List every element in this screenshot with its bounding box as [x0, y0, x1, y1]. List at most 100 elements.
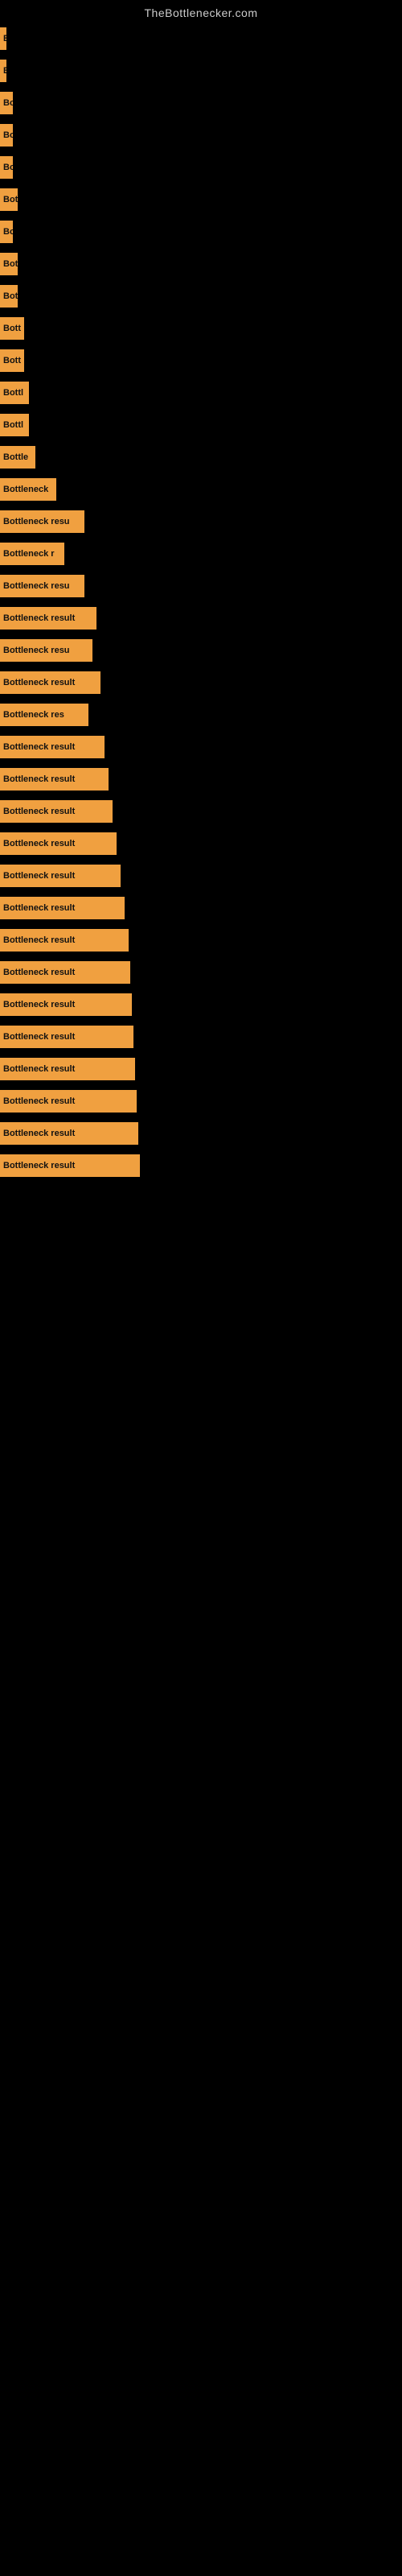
bar-item: Bott [0, 312, 402, 345]
bar-fill: Bottl [0, 382, 29, 404]
bar-item: Bottl [0, 377, 402, 409]
bar-item: Bo [0, 119, 402, 151]
bar-label: Bot [3, 259, 18, 269]
site-title: TheBottlenecker.com [0, 0, 402, 23]
bar-item: Bottleneck result [0, 1021, 402, 1053]
bar-label: Bottleneck result [3, 774, 75, 784]
bar-label: Bo [3, 163, 13, 172]
bar-label: Bo [3, 227, 13, 237]
bar-item: Bo [0, 216, 402, 248]
bar-fill: Bottleneck result [0, 897, 125, 919]
bar-fill: Bottleneck resu [0, 639, 92, 662]
bar-fill: Bottleneck result [0, 1154, 140, 1177]
bar-label: Bottleneck result [3, 839, 75, 848]
bar-fill: Bottleneck resu [0, 575, 84, 597]
bar-item: Bottleneck result [0, 989, 402, 1021]
bar-item: Bottleneck result [0, 763, 402, 795]
bar-fill: Bot [0, 253, 18, 275]
bar-item: Bo [0, 87, 402, 119]
bar-label: Bottleneck result [3, 1129, 75, 1138]
bar-item: Bot [0, 248, 402, 280]
bar-item: Bottleneck resu [0, 506, 402, 538]
bar-item: Bottleneck result [0, 1053, 402, 1085]
bar-fill: B [0, 60, 6, 82]
bar-fill: Bottleneck result [0, 1026, 133, 1048]
bar-fill: Bottleneck result [0, 929, 129, 952]
bar-label: Bottleneck resu [3, 581, 70, 591]
bar-label: Bottleneck result [3, 742, 75, 752]
bar-item: Bottleneck resu [0, 634, 402, 667]
bar-fill: Bo [0, 156, 13, 179]
bar-label: Bottl [3, 388, 23, 398]
bar-label: Bottleneck result [3, 1032, 75, 1042]
bar-item: B [0, 23, 402, 55]
bar-item: Bottleneck result [0, 892, 402, 924]
bar-fill: Bo [0, 124, 13, 147]
bar-item: B [0, 55, 402, 87]
bar-label: Bottleneck result [3, 871, 75, 881]
bar-fill: Bottleneck res [0, 704, 88, 726]
bar-item: Bottleneck result [0, 924, 402, 956]
bar-item: Bottleneck result [0, 860, 402, 892]
bar-fill: Bottleneck result [0, 768, 109, 791]
bar-fill: Bottleneck result [0, 832, 117, 855]
bars-container: B B Bo Bo Bo Bot Bo Bot Bot Bott Bott Bottl Bottl Bot… [0, 23, 402, 1182]
bar-label: B [3, 34, 6, 43]
bar-item: Bott [0, 345, 402, 377]
bar-fill: Bottleneck result [0, 1122, 138, 1145]
bar-item: Bottleneck result [0, 795, 402, 828]
bar-fill: Bottleneck result [0, 607, 96, 630]
bar-fill: Bottleneck resu [0, 510, 84, 533]
bar-fill: Bottleneck result [0, 1058, 135, 1080]
bar-label: Bo [3, 98, 13, 108]
bar-fill: Bottleneck result [0, 671, 100, 694]
bar-fill: Bott [0, 349, 24, 372]
bar-item: Bottleneck result [0, 1117, 402, 1150]
bar-label: Bottleneck [3, 485, 48, 494]
bar-label: Bottl [3, 420, 23, 430]
bar-fill: Bottleneck result [0, 800, 113, 823]
bar-item: Bot [0, 184, 402, 216]
bar-item: Bottleneck result [0, 602, 402, 634]
bar-label: Bottleneck result [3, 613, 75, 623]
bar-fill: Bo [0, 92, 13, 114]
bar-item: Bottleneck r [0, 538, 402, 570]
bar-item: Bottleneck res [0, 699, 402, 731]
bar-label: Bottleneck result [3, 968, 75, 977]
bar-fill: Bo [0, 221, 13, 243]
bar-fill: Bot [0, 285, 18, 308]
bar-fill: Bottleneck r [0, 543, 64, 565]
bar-fill: Bottleneck result [0, 865, 121, 887]
bar-item: Bottleneck result [0, 667, 402, 699]
bar-label: Bottleneck result [3, 1000, 75, 1009]
bar-fill: Bottleneck result [0, 961, 130, 984]
bar-label: Bottleneck result [3, 1161, 75, 1170]
bar-item: Bottleneck [0, 473, 402, 506]
bar-item: Bottl [0, 409, 402, 441]
bar-fill: Bot [0, 188, 18, 211]
bar-label: Bott [3, 356, 21, 365]
bar-label: Bott [3, 324, 21, 333]
bar-item: Bo [0, 151, 402, 184]
bar-label: Bottleneck result [3, 678, 75, 687]
bar-item: Bottleneck result [0, 731, 402, 763]
bar-item: Bottleneck resu [0, 570, 402, 602]
bar-fill: Bottleneck result [0, 993, 132, 1016]
bar-fill: Bottleneck result [0, 736, 105, 758]
bar-label: Bot [3, 195, 18, 204]
bar-label: Bottleneck res [3, 710, 64, 720]
bar-fill: Bottl [0, 414, 29, 436]
bar-label: Bottleneck result [3, 1064, 75, 1074]
bar-label: Bottleneck result [3, 935, 75, 945]
bar-label: B [3, 66, 6, 76]
bar-item: Bottleneck result [0, 1150, 402, 1182]
bar-fill: Bottle [0, 446, 35, 469]
bar-item: Bottleneck result [0, 828, 402, 860]
bar-label: Bottleneck result [3, 1096, 75, 1106]
bar-label: Bottleneck resu [3, 517, 70, 526]
bar-label: Bottle [3, 452, 28, 462]
bar-label: Bottleneck result [3, 903, 75, 913]
bar-fill: Bottleneck result [0, 1090, 137, 1113]
bar-fill: Bott [0, 317, 24, 340]
bar-fill: B [0, 27, 6, 50]
